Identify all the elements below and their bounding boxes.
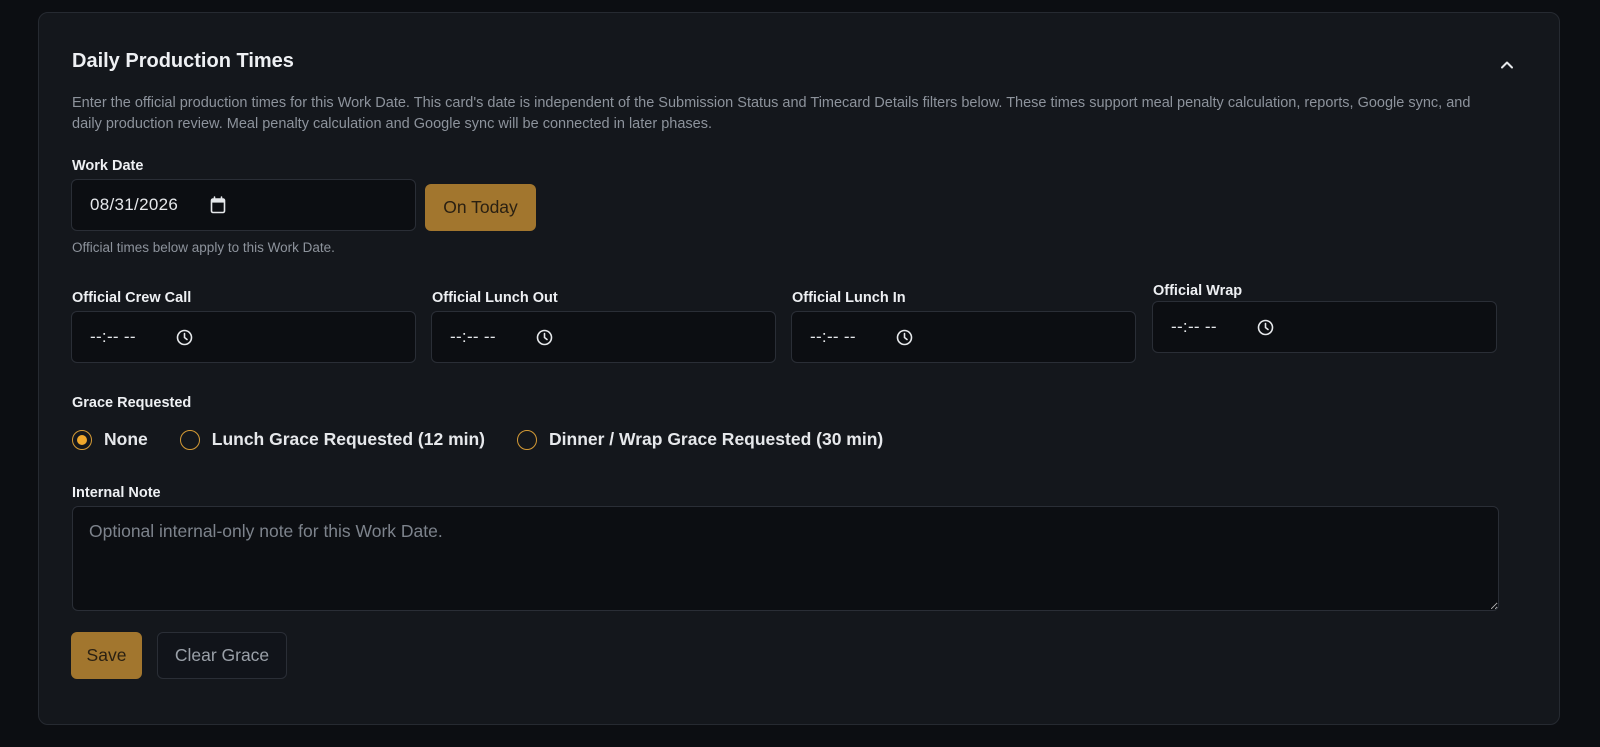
- daily-production-times-card: Daily Production Times Enter the officia…: [38, 12, 1560, 725]
- wrap-value: --:-- --: [1171, 317, 1217, 336]
- work-date-input[interactable]: 08/31/2026: [71, 179, 416, 231]
- internal-note-label: Internal Note: [72, 485, 161, 501]
- card-description: Enter the official production times for …: [72, 95, 1471, 132]
- work-date-value: 08/31/2026: [90, 195, 179, 214]
- chevron-up-icon: [1499, 57, 1515, 73]
- grace-option-lunch[interactable]: Lunch Grace Requested (12 min): [179, 429, 486, 450]
- internal-note-textarea[interactable]: [72, 506, 1499, 611]
- radio-none[interactable]: [72, 429, 92, 450]
- card-title: Daily Production Times: [72, 50, 294, 72]
- grace-option-dinner-wrap-label: Dinner / Wrap Grace Requested (30 min): [549, 429, 884, 449]
- lunch-out-label: Official Lunch Out: [432, 290, 558, 306]
- clear-grace-button[interactable]: Clear Grace: [157, 632, 287, 679]
- clock-icon[interactable]: [536, 329, 553, 346]
- grace-radio-group: None Lunch Grace Requested (12 min) Dinn…: [72, 429, 915, 450]
- clock-icon[interactable]: [176, 329, 193, 346]
- lunch-in-label: Official Lunch In: [792, 290, 906, 306]
- collapse-button[interactable]: [1495, 53, 1519, 77]
- grace-requested-label: Grace Requested: [72, 395, 192, 411]
- lunch-in-value: --:-- --: [810, 327, 856, 346]
- grace-option-lunch-label: Lunch Grace Requested (12 min): [211, 429, 486, 449]
- crew-call-value: --:-- --: [90, 327, 136, 346]
- crew-call-input[interactable]: --:-- --: [71, 311, 416, 363]
- radio-lunch[interactable]: [179, 429, 200, 450]
- wrap-label: Official Wrap: [1153, 283, 1243, 299]
- calendar-icon[interactable]: [210, 196, 226, 214]
- clock-icon[interactable]: [1257, 319, 1274, 336]
- grace-option-dinner-wrap[interactable]: Dinner / Wrap Grace Requested (30 min): [517, 429, 883, 450]
- lunch-out-input[interactable]: --:-- --: [431, 311, 776, 363]
- crew-call-label: Official Crew Call: [72, 290, 192, 306]
- wrap-input[interactable]: --:-- --: [1152, 301, 1497, 353]
- lunch-in-input[interactable]: --:-- --: [791, 311, 1136, 363]
- clock-icon[interactable]: [896, 329, 913, 346]
- on-today-button[interactable]: On Today: [425, 184, 536, 231]
- grace-option-none[interactable]: None: [72, 429, 148, 450]
- lunch-out-value: --:-- --: [450, 327, 496, 346]
- save-button[interactable]: Save: [71, 632, 142, 679]
- work-date-label: Work Date: [72, 158, 144, 174]
- grace-option-none-label: None: [104, 429, 148, 449]
- radio-dinner-wrap[interactable]: [517, 429, 538, 450]
- work-date-helper: Official times below apply to this Work …: [72, 240, 335, 255]
